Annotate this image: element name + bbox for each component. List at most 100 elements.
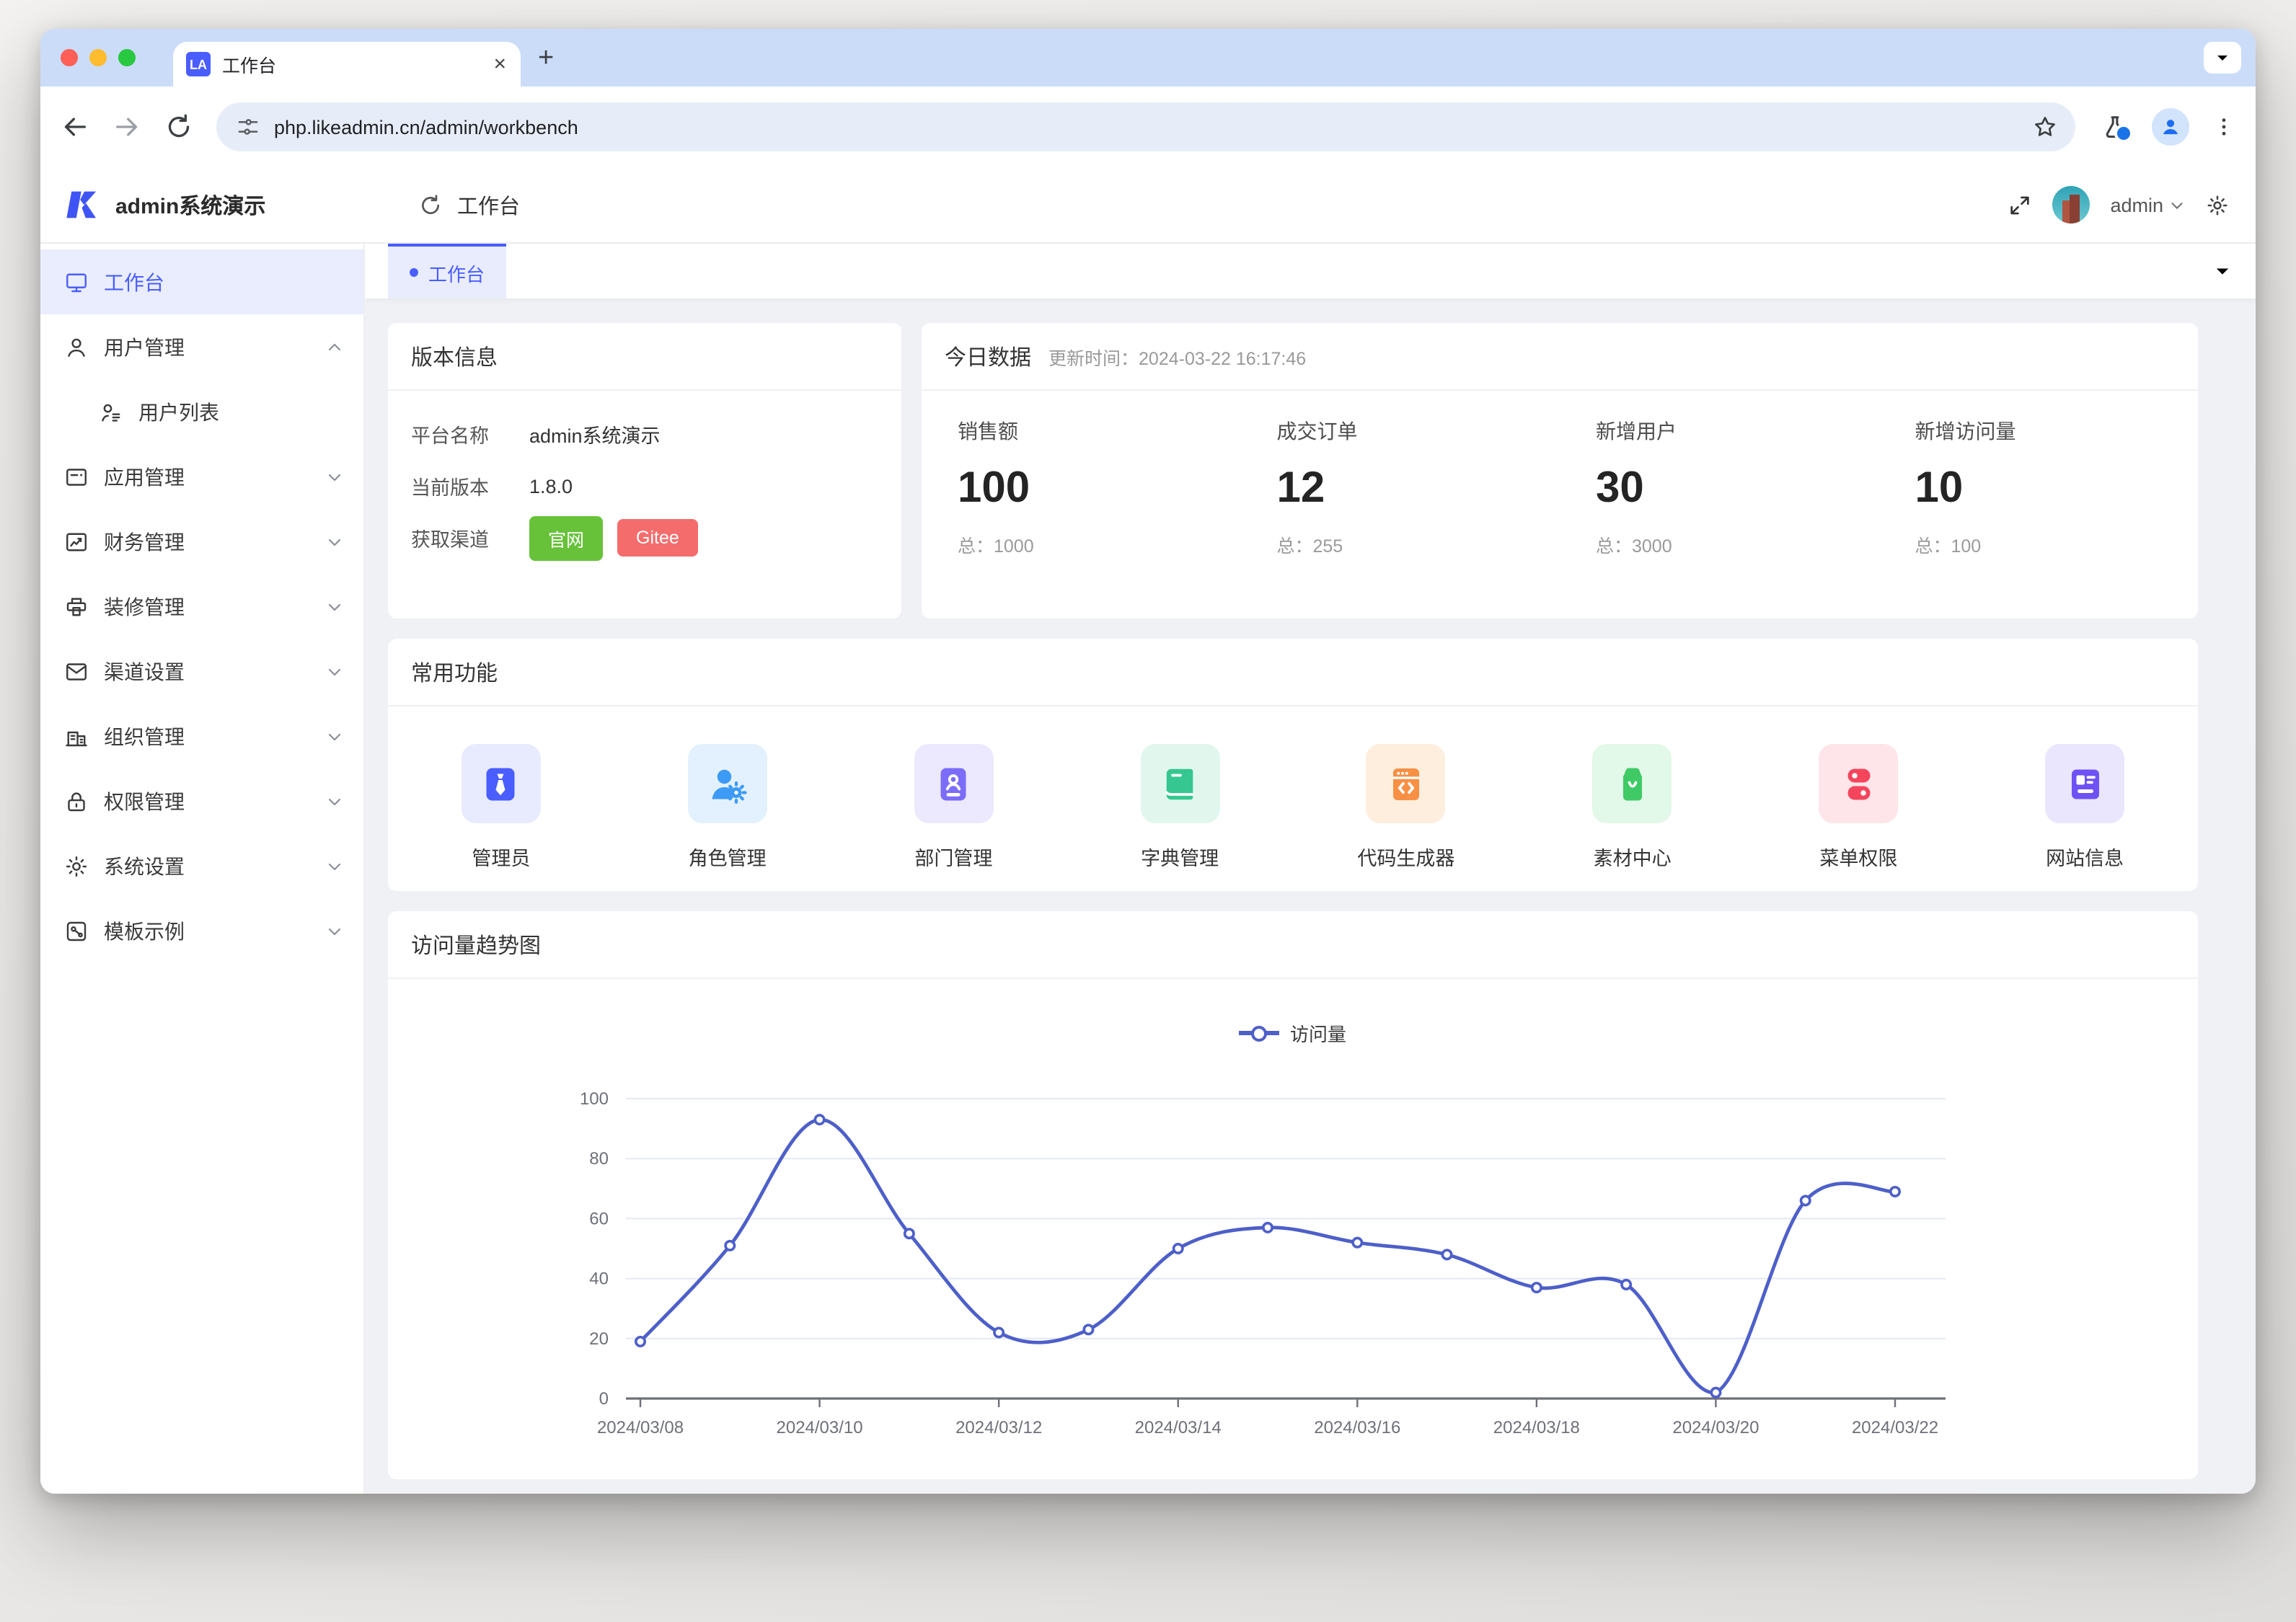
url-text[interactable]: php.likeadmin.cn/admin/workbench <box>274 116 2018 138</box>
close-window-button[interactable] <box>61 49 78 66</box>
user-icon <box>63 334 89 360</box>
tab-close-icon[interactable]: × <box>490 53 509 75</box>
url-bar[interactable]: php.likeadmin.cn/admin/workbench <box>216 102 2075 151</box>
menu-permission-icon <box>1837 762 1880 805</box>
today-data-card: 今日数据 更新时间：2024-03-22 16:17:46 销售额100总：10… <box>922 323 2198 619</box>
user-menu[interactable]: admin <box>2110 194 2185 216</box>
sidebar-item-渠道设置[interactable]: 渠道设置 <box>40 639 363 704</box>
sidebar-item-label: 系统设置 <box>104 851 312 880</box>
stat-新增用户: 新增用户30总：3000 <box>1560 417 1879 558</box>
new-tab-button[interactable]: + <box>538 44 554 71</box>
stat-label: 销售额 <box>958 417 1241 446</box>
stat-value: 12 <box>1277 464 1560 513</box>
chevron-down-icon <box>326 468 343 485</box>
sidebar-item-label: 模板示例 <box>104 916 312 945</box>
maximize-window-button[interactable] <box>118 49 136 66</box>
function-网站信息[interactable]: 网站信息 <box>1972 744 2198 871</box>
refresh-page-icon[interactable] <box>418 192 443 217</box>
minimize-window-button[interactable] <box>89 49 107 66</box>
browser-tab[interactable]: LA 工作台 × <box>173 42 521 87</box>
app-icon <box>63 464 89 489</box>
stat-value: 10 <box>1915 464 2199 513</box>
admin-tie-icon <box>480 762 523 805</box>
site-settings-icon[interactable] <box>237 115 260 138</box>
sidebar-item-用户管理[interactable]: 用户管理 <box>40 314 363 379</box>
svg-text:2024/03/20: 2024/03/20 <box>1672 1418 1759 1437</box>
sidebar-item-组织管理[interactable]: 组织管理 <box>40 704 363 768</box>
browser-profile-avatar[interactable] <box>2152 108 2189 146</box>
browser-tabstrip: LA 工作台 × + <box>40 29 2256 87</box>
sidebar-item-财务管理[interactable]: 财务管理 <box>40 509 363 574</box>
app-header: admin系统演示 工作台 admin <box>40 167 2256 244</box>
organization-icon <box>63 723 89 749</box>
function-角色管理[interactable]: 角色管理 <box>614 744 841 871</box>
tags-collapse-chevron-icon[interactable] <box>2212 261 2233 281</box>
stat-label: 成交订单 <box>1277 417 1560 446</box>
update-time: 更新时间：2024-03-22 16:17:46 <box>1048 342 1306 370</box>
sidebar-item-权限管理[interactable]: 权限管理 <box>40 768 363 833</box>
function-label: 字典管理 <box>1141 842 1219 871</box>
stat-total: 总：3000 <box>1596 531 1879 558</box>
app-logo[interactable]: admin系统演示 <box>40 186 387 223</box>
platform-name-value: admin系统演示 <box>529 420 661 448</box>
function-label: 代码生成器 <box>1357 842 1454 871</box>
function-字典管理[interactable]: 字典管理 <box>1067 744 1293 871</box>
functions-card-title: 常用功能 <box>411 657 498 687</box>
user-avatar[interactable] <box>2052 186 2090 223</box>
function-label: 管理员 <box>472 842 530 871</box>
lock-icon <box>63 788 89 814</box>
tab-workbench[interactable]: 工作台 <box>388 244 506 298</box>
function-菜单权限[interactable]: 菜单权限 <box>1746 744 1972 871</box>
current-version-value: 1.8.0 <box>529 475 573 497</box>
function-管理员[interactable]: 管理员 <box>388 744 614 871</box>
desktop: LA 工作台 × + php.likeadmin.cn/admin/workbe… <box>0 0 2296 1622</box>
browser-menu-icon[interactable] <box>2212 115 2235 138</box>
sidebar-item-模板示例[interactable]: 模板示例 <box>40 898 363 963</box>
function-代码生成器[interactable]: 代码生成器 <box>1293 744 1519 871</box>
function-部门管理[interactable]: 部门管理 <box>841 744 1067 871</box>
legend-line-marker-icon <box>1240 1032 1280 1035</box>
page-title: 工作台 <box>457 190 520 220</box>
toolbar-actions <box>2101 108 2235 146</box>
forward-icon[interactable] <box>112 112 141 141</box>
reload-icon[interactable] <box>164 112 193 141</box>
function-label: 网站信息 <box>2046 842 2124 871</box>
current-version-label: 当前版本 <box>411 471 529 500</box>
finance-icon <box>63 528 89 554</box>
function-素材中心[interactable]: 素材中心 <box>1519 744 1746 871</box>
function-label: 部门管理 <box>914 842 992 871</box>
settings-gear-icon[interactable] <box>2205 192 2230 217</box>
svg-text:2024/03/22: 2024/03/22 <box>1852 1418 1938 1437</box>
official-site-button[interactable]: 官网 <box>529 515 603 560</box>
sidebar-item-label: 组织管理 <box>104 722 312 750</box>
sidebar-item-label: 应用管理 <box>104 462 312 491</box>
sidebar-item-label: 用户列表 <box>138 397 343 426</box>
sidebar-item-label: 财务管理 <box>104 527 312 556</box>
chevron-down-icon <box>326 662 343 680</box>
bookmark-star-icon[interactable] <box>2032 114 2058 140</box>
role-icon <box>706 762 749 805</box>
function-label: 角色管理 <box>689 842 767 871</box>
sidebar-item-工作台[interactable]: 工作台 <box>40 249 363 314</box>
chevron-down-icon <box>326 792 343 810</box>
sidebar-item-label: 装修管理 <box>104 592 312 621</box>
stat-成交订单: 成交订单12总：255 <box>1241 417 1560 558</box>
sidebar-item-系统设置[interactable]: 系统设置 <box>40 833 363 898</box>
chart-legend[interactable]: 访问量 <box>388 1019 2198 1047</box>
svg-text:0: 0 <box>599 1389 609 1409</box>
experiment-flask-icon[interactable] <box>2101 113 2129 141</box>
main-area: 工作台 版本信息 平台名称 <box>365 244 2256 1494</box>
platform-name-label: 平台名称 <box>411 420 529 448</box>
tab-search-chevron-icon[interactable] <box>2204 42 2241 74</box>
sidebar-item-用户列表[interactable]: 用户列表 <box>40 379 363 444</box>
fullscreen-icon[interactable] <box>2008 192 2032 217</box>
browser-toolbar: php.likeadmin.cn/admin/workbench <box>40 87 2256 167</box>
monitor-icon <box>63 269 89 295</box>
code-generator-icon <box>1385 762 1428 805</box>
svg-text:80: 80 <box>589 1149 609 1169</box>
stat-value: 30 <box>1596 464 1879 513</box>
sidebar-item-应用管理[interactable]: 应用管理 <box>40 444 363 509</box>
sidebar-item-装修管理[interactable]: 装修管理 <box>40 574 363 639</box>
gitee-button[interactable]: Gitee <box>617 519 698 557</box>
back-icon[interactable] <box>61 112 89 141</box>
